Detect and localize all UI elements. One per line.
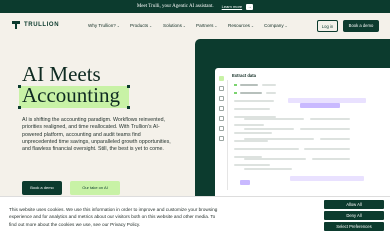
placeholder-line <box>320 138 350 140</box>
highlight-corner <box>127 106 130 109</box>
placeholder-line <box>244 128 294 130</box>
trullion-logo-icon <box>12 21 20 29</box>
app-preview-title: Extract data <box>232 73 256 78</box>
hero-title-line2: Accounting <box>22 83 120 107</box>
placeholder-line <box>244 148 299 150</box>
main-nav: TRULLION Why Trullion?⌄ Products⌄ Soluti… <box>0 13 390 40</box>
nav-item-label: Why Trullion? <box>88 23 116 28</box>
our-take-on-ai-button[interactable]: Our take on AI <box>70 181 120 195</box>
document-icon <box>219 96 224 101</box>
select-preferences-button[interactable]: Select Preferences <box>324 222 384 231</box>
nav-item-label: Company <box>264 23 284 28</box>
placeholder-line <box>234 100 274 102</box>
nav-item-company[interactable]: Company⌄ <box>264 23 288 28</box>
nav-item-products[interactable]: Products⌄ <box>130 23 152 28</box>
placeholder-line <box>266 92 276 94</box>
nav-item-resources[interactable]: Resources⌄ <box>228 23 254 28</box>
chevron-down-icon: ⌄ <box>116 24 120 28</box>
placeholder-line <box>304 148 350 150</box>
highlight-corner <box>18 85 21 88</box>
highlight-bar <box>290 176 364 181</box>
deny-all-button[interactable]: Deny All <box>324 211 384 220</box>
hero-title-line1: AI Meets <box>22 62 101 86</box>
nav-item-why-trullion[interactable]: Why Trullion?⌄ <box>88 23 120 28</box>
placeholder-line <box>234 132 272 134</box>
highlight-corner <box>18 106 21 109</box>
arrow-right-icon[interactable]: → <box>246 3 254 10</box>
highlight-bar <box>300 103 340 108</box>
nav-item-label: Resources <box>228 23 250 28</box>
chevron-down-icon: ⌄ <box>182 24 186 28</box>
placeholder-line <box>240 92 262 94</box>
settings-icon <box>219 136 224 141</box>
placeholder-line <box>244 158 306 160</box>
placeholder-line <box>300 128 350 130</box>
cookie-text: This website uses cookies. We use this i… <box>9 207 218 227</box>
placeholder-line <box>234 140 268 142</box>
nav-item-partners[interactable]: Partners⌄ <box>196 23 217 28</box>
placeholder-line <box>234 164 270 166</box>
list-icon <box>219 126 224 131</box>
logo-text: TRULLION <box>24 22 60 28</box>
book-demo-button[interactable]: Book a demo <box>343 20 379 32</box>
nav-item-label: Solutions <box>163 23 182 28</box>
placeholder-line <box>234 124 264 126</box>
login-button[interactable]: Log in <box>317 20 338 32</box>
hero-book-demo-button[interactable]: Book a demo <box>22 181 62 195</box>
placeholder-line <box>240 84 258 86</box>
announcement-banner: Meet Trulli, your Agentic AI assistant. … <box>0 0 390 13</box>
placeholder-line <box>234 108 270 110</box>
nav-item-label: Partners <box>196 23 214 28</box>
status-dot <box>234 84 237 86</box>
chevron-down-icon: ⌄ <box>284 24 288 28</box>
status-dot <box>234 92 237 94</box>
chevron-down-icon: ⌄ <box>250 24 254 28</box>
highlight-bar <box>240 180 250 185</box>
nav-item-solutions[interactable]: Solutions⌄ <box>163 23 186 28</box>
placeholder-line <box>244 138 314 140</box>
home-icon <box>219 86 224 91</box>
placeholder-line <box>244 168 292 170</box>
logo[interactable]: TRULLION <box>12 21 59 29</box>
chevron-down-icon: ⌄ <box>149 24 153 28</box>
placeholder-line <box>262 84 276 86</box>
app-logo-icon <box>219 76 224 81</box>
chart-icon <box>219 116 224 121</box>
chevron-down-icon: ⌄ <box>214 24 218 28</box>
highlight-corner <box>127 85 130 88</box>
nav-item-label: Products <box>130 23 149 28</box>
banner-text: Meet Trulli, your Agentic AI assistant. <box>136 4 214 9</box>
placeholder-line <box>244 118 304 120</box>
banner-learn-more-link[interactable]: Learn more <box>222 4 242 9</box>
placeholder-line <box>310 118 350 120</box>
allow-all-button[interactable]: Allow All <box>324 200 384 209</box>
placeholder-line <box>312 158 350 160</box>
hero-description: AI is shifting the accounting paradigm. … <box>22 117 171 153</box>
folder-icon <box>219 106 224 111</box>
